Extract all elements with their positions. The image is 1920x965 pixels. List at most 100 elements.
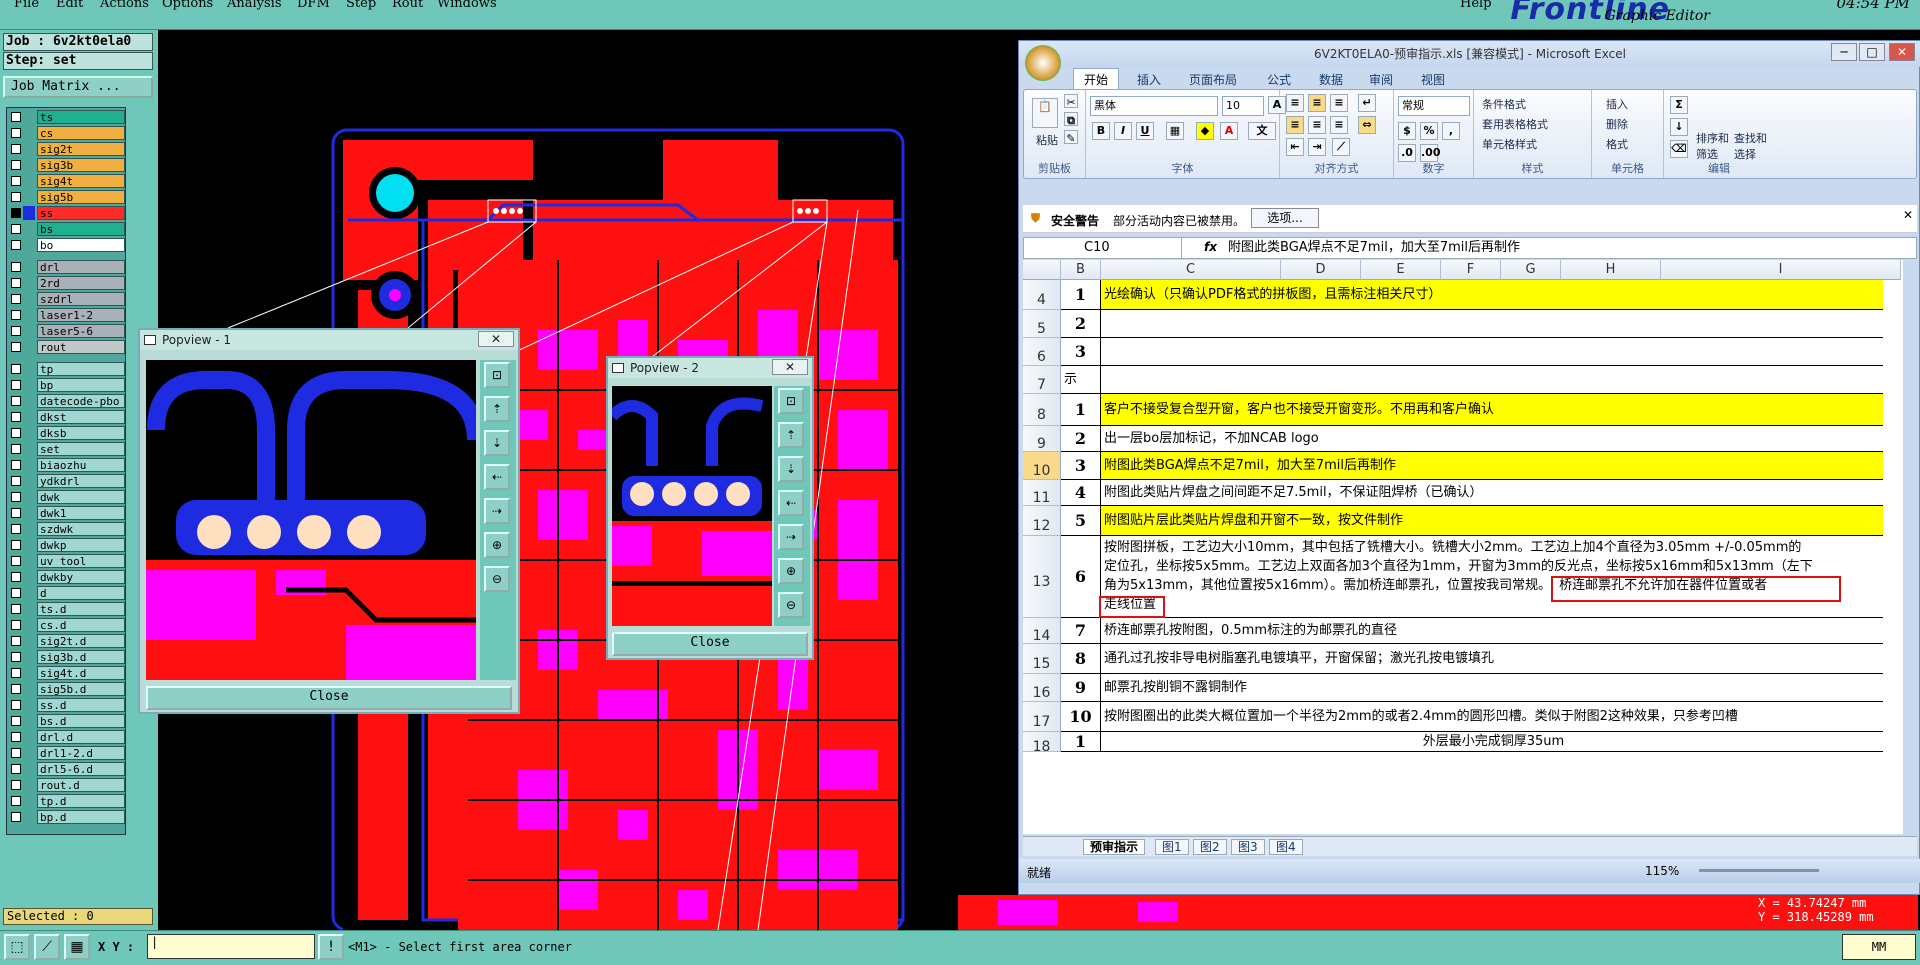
sheet-tab-fig4[interactable]: 图4 — [1269, 839, 1303, 855]
row-header[interactable]: 14 — [1023, 618, 1061, 644]
row-header[interactable]: 17 — [1023, 702, 1061, 732]
find-select-button[interactable]: 查找和选择 — [1734, 130, 1770, 162]
layer-row[interactable]: ts.d — [9, 602, 125, 616]
paste-button[interactable]: 粘贴 — [1036, 132, 1058, 148]
layer-name[interactable]: bp.d — [37, 810, 125, 824]
align-right-icon[interactable]: ≡ — [1330, 116, 1348, 134]
zoom-in-icon[interactable]: ⊕ — [778, 558, 804, 584]
layer-name[interactable]: set — [37, 442, 125, 456]
layer-row[interactable]: bp.d — [9, 810, 125, 824]
layer-row[interactable]: dwkp — [9, 538, 125, 552]
menu-file[interactable]: File — [14, 0, 39, 11]
layer-checkbox[interactable] — [11, 796, 21, 806]
instruction-cell[interactable]: 附图此类BGA焊点不足7mil，加大至7mil后再制作 — [1101, 452, 1883, 480]
layer-name[interactable]: laser5-6 — [37, 324, 125, 338]
layer-checkbox[interactable] — [11, 764, 21, 774]
layer-checkbox[interactable] — [11, 684, 21, 694]
popview-1-close-button[interactable]: Close — [146, 686, 512, 710]
layer-row[interactable]: bs.d — [9, 714, 125, 728]
name-box[interactable]: C10 — [1024, 238, 1182, 258]
unit-selector[interactable]: MM — [1842, 934, 1916, 960]
popview-2-titlebar[interactable]: Popview - 2 ✕ — [608, 358, 812, 378]
layer-checkbox[interactable] — [11, 748, 21, 758]
align-center-icon[interactable]: ≡ — [1308, 116, 1326, 134]
zoom-fit-icon[interactable]: ⊡ — [484, 362, 510, 388]
layer-checkbox[interactable] — [11, 364, 21, 374]
conditional-format-button[interactable]: 条件格式 — [1482, 96, 1526, 112]
excel-titlebar[interactable]: 6V2KT0ELA0-预审指示.xls [兼容模式] - Microsoft E… — [1019, 41, 1920, 67]
item-number-cell[interactable]: 6 — [1061, 536, 1101, 618]
layer-checkbox[interactable] — [11, 326, 21, 336]
fill-icon[interactable]: ↓ — [1670, 118, 1688, 136]
layer-name[interactable]: sig2t — [37, 142, 125, 156]
layer-row[interactable]: drl1-2.d — [9, 746, 125, 760]
xy-input[interactable]: | — [147, 934, 315, 959]
layer-row[interactable]: szdwk — [9, 522, 125, 536]
instruction-cell[interactable]: 光绘确认（只确认PDF格式的拼板图，且需标注相关尺寸） — [1101, 280, 1883, 310]
align-top-icon[interactable]: ≡ — [1286, 94, 1304, 112]
layer-checkbox[interactable] — [11, 620, 21, 630]
minimize-icon[interactable]: ─ — [1831, 43, 1857, 61]
maximize-icon[interactable]: □ — [1859, 43, 1885, 61]
layer-checkbox[interactable] — [11, 240, 21, 250]
menu-edit[interactable]: Edit — [56, 0, 83, 11]
zoom-out-icon[interactable]: ⊖ — [778, 592, 804, 618]
font-size-select[interactable]: 10 — [1222, 96, 1264, 116]
instruction-cell[interactable]: 客户不接受复合型开窗，客户也不接受开窗变形。不用再和客户确认 — [1101, 394, 1883, 426]
layer-checkbox[interactable] — [11, 780, 21, 790]
close-icon[interactable]: ✕ — [1903, 208, 1913, 222]
layer-checkbox[interactable] — [11, 144, 21, 154]
wrap-text-icon[interactable]: ↵ — [1358, 94, 1376, 112]
select-area-icon[interactable]: ⬚ — [4, 934, 30, 960]
layer-checkbox[interactable] — [11, 588, 21, 598]
tab-data[interactable]: 数据 — [1319, 71, 1343, 88]
layer-name[interactable]: d — [37, 586, 125, 600]
layer-row[interactable]: uv_tool — [9, 554, 125, 568]
layer-name[interactable]: sig3b — [37, 158, 125, 172]
item-number-cell[interactable]: 8 — [1061, 644, 1101, 674]
instruction-cell[interactable] — [1101, 338, 1883, 366]
layer-name[interactable]: sig3b.d — [37, 650, 125, 664]
zoom-out-icon[interactable]: ⊖ — [484, 566, 510, 592]
sheet-tab-fig3[interactable]: 图3 — [1231, 839, 1265, 855]
orientation-icon[interactable]: ⟋ — [1332, 138, 1350, 156]
menu-rout[interactable]: Rout — [392, 0, 423, 11]
layer-row[interactable]: laser1-2 — [9, 308, 125, 322]
item-number-cell[interactable]: 1 — [1061, 280, 1101, 310]
layer-row[interactable]: laser5-6 — [9, 324, 125, 338]
layer-name[interactable]: dksb — [37, 426, 125, 440]
layer-name[interactable]: szdwk — [37, 522, 125, 536]
layer-checkbox[interactable] — [11, 652, 21, 662]
row-header[interactable]: 12 — [1023, 506, 1061, 536]
menu-options[interactable]: Options — [162, 0, 213, 11]
format-painter-icon[interactable]: ✎ — [1064, 130, 1078, 145]
layer-row[interactable]: sig3b.d — [9, 650, 125, 664]
tab-home[interactable]: 开始 — [1073, 68, 1120, 90]
menu-actions[interactable]: Actions — [100, 0, 149, 11]
instruction-cell[interactable]: 示 — [1061, 366, 1883, 394]
close-icon[interactable]: ✕ — [772, 359, 808, 375]
item-number-cell[interactable]: 9 — [1061, 674, 1101, 702]
align-middle-icon[interactable]: ≡ — [1308, 94, 1326, 112]
layer-name[interactable]: sig2t.d — [37, 634, 125, 648]
layer-name[interactable]: sig4t — [37, 174, 125, 188]
layer-checkbox[interactable] — [11, 492, 21, 502]
spreadsheet-grid[interactable]: B C D E F G H I 4 1 光绘确认（只确认PDF格式的拼板图，且需标注相关尺寸） 5 2 6… — [1023, 260, 1903, 834]
pan-up-icon[interactable]: ⇡ — [778, 422, 804, 448]
layer-checkbox[interactable] — [11, 224, 21, 234]
layer-checkbox[interactable] — [11, 700, 21, 710]
delete-cells-button[interactable]: 删除 — [1606, 116, 1628, 132]
layer-checkbox[interactable] — [11, 716, 21, 726]
row-header[interactable]: 13 — [1023, 536, 1061, 618]
table-format-button[interactable]: 套用表格格式 — [1482, 116, 1548, 132]
layer-checkbox[interactable] — [11, 192, 21, 202]
item-number-cell[interactable]: 2 — [1061, 426, 1101, 452]
row-header[interactable]: 11 — [1023, 480, 1061, 506]
layer-row[interactable]: ss.d — [9, 698, 125, 712]
layer-row[interactable]: ss — [9, 206, 125, 220]
layer-row[interactable]: bp — [9, 378, 125, 392]
number-format-select[interactable]: 常规 — [1398, 96, 1470, 116]
popview-2-close-button[interactable]: Close — [612, 632, 808, 656]
border-icon[interactable]: ▦ — [1166, 122, 1184, 140]
layer-name[interactable]: sig5b — [37, 190, 125, 204]
